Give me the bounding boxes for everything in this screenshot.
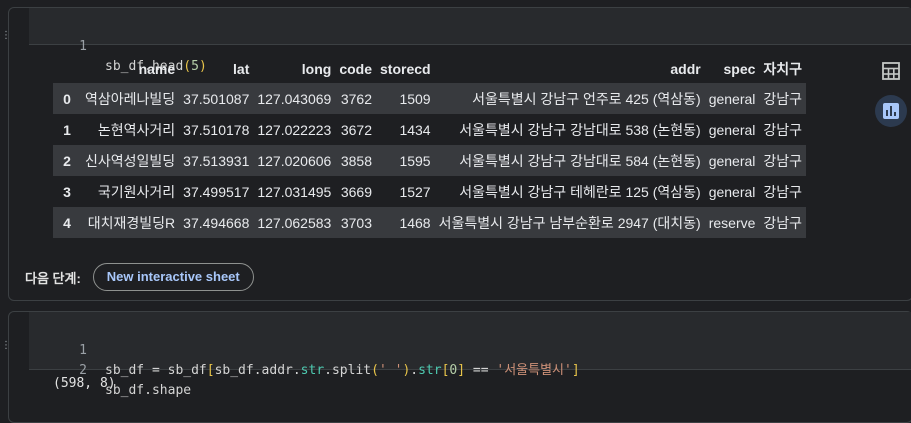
column-header: code	[339, 61, 373, 77]
table-cell: 37.510178	[183, 121, 250, 138]
table-cell: 강남구	[763, 90, 803, 107]
table-cell: general	[708, 183, 756, 200]
table-cell: 서울특별시 강남구 강남대로 584 (논현동)	[459, 152, 701, 169]
table-icon[interactable]	[875, 55, 907, 87]
table-cell: 1509	[399, 90, 431, 107]
table-cell: reserve	[708, 214, 756, 231]
table-cell: 1468	[399, 214, 431, 231]
table-cell: 서울특별시 강남구 테헤란로 125 (역삼동)	[459, 183, 701, 200]
table-cell: general	[708, 152, 756, 169]
table-cell: general	[708, 121, 756, 138]
table-cell: 127.043069	[257, 90, 332, 107]
row-index: 0	[63, 90, 71, 107]
code-editor[interactable]: 1 sb_df = sb_df[sb_df.addr.str.split(' '…	[29, 312, 911, 398]
next-steps-label: 다음 단계:	[25, 270, 81, 286]
column-header: name	[138, 61, 176, 77]
chart-icon[interactable]	[875, 95, 907, 127]
cell-gutter-icon: ⋮	[1, 30, 11, 41]
line-number: 1	[79, 39, 87, 54]
code-text: sb_df = sb_df[sb_df.addr.str.split(' ').…	[105, 363, 580, 378]
index-header	[53, 55, 81, 83]
table-row: 1 논현역사거리 37.510178 127.022223 3672 1434 서울특별시 …	[53, 114, 807, 145]
cell-gutter-icon: ⋮	[1, 340, 11, 351]
code-line: 1 sb_df.head(5)	[29, 17, 911, 74]
table-cell: 서울특별시 강남구 강남대로 538 (논현동)	[459, 121, 701, 138]
table-cell: 37.513931	[183, 152, 250, 169]
table-cell: 37.494668	[183, 214, 250, 231]
table-cell: 3669	[340, 183, 373, 200]
code-line: 2 sb_df.shape	[29, 341, 911, 398]
table-cell: 127.031495	[257, 183, 332, 200]
table-cell: 3858	[340, 152, 373, 169]
table-cell: 37.501087	[183, 90, 250, 107]
new-interactive-sheet-button[interactable]: New interactive sheet	[92, 263, 254, 291]
table-cell: 서울특별시 강남구 남부순환로 2947 (대치동)	[438, 214, 701, 231]
table-cell: 강남구	[763, 183, 803, 200]
table-row: 2 신사역성일빌딩 37.513931 127.020606 3858 1595 서울특별시…	[53, 145, 807, 176]
code-line: 1 sb_df = sb_df[sb_df.addr.str.split(' '…	[29, 321, 911, 378]
code-text: sb_df.shape	[105, 383, 192, 398]
table-cell: 1527	[399, 183, 431, 200]
table-cell: 127.062583	[257, 214, 332, 231]
table-cell: 3762	[340, 90, 373, 107]
table-cell: 3703	[340, 214, 373, 231]
shape-output: (598, 8)	[53, 376, 116, 391]
table-cell: 대치재경빌딩R	[87, 214, 176, 231]
row-index: 3	[63, 183, 71, 200]
column-header: lat	[233, 61, 250, 77]
table-cell: 신사역성일빌딩	[85, 152, 176, 169]
row-index: 4	[63, 214, 71, 231]
table-cell: 서울특별시 강남구 언주로 425 (역삼동)	[472, 90, 701, 107]
table-cell: 국기원사거리	[97, 183, 176, 200]
column-header: 자치구	[763, 61, 803, 77]
table-row: 3 국기원사거리 37.499517 127.031495 3669 1527 서울특별시 …	[53, 176, 807, 207]
table-cell: 1595	[399, 152, 431, 169]
code-cell-2[interactable]: ⋮ 1 sb_df = sb_df[sb_df.addr.str.split('…	[1, 311, 911, 423]
table-cell: 127.020606	[257, 152, 332, 169]
output-actions	[875, 55, 907, 135]
column-header: spec	[723, 61, 756, 77]
row-index: 1	[63, 121, 71, 138]
dataframe-table: name lat long code storecd addr spec 자치구 0 역삼아레나…	[53, 55, 807, 238]
column-header: storecd	[380, 61, 431, 77]
table-cell: 3672	[340, 121, 373, 138]
dataframe-output: name lat long code storecd addr spec 자치구 0 역삼아레나…	[53, 55, 807, 238]
code-cell-1[interactable]: ⋮ 1 sb_df.head(5) name lat long code storecd…	[1, 7, 911, 301]
table-cell: general	[708, 90, 756, 107]
table-row: 4 대치재경빌딩R 37.494668 127.062583 3703 1468 서울특별시…	[53, 207, 807, 238]
table-cell: 37.499517	[183, 183, 250, 200]
code-editor[interactable]: 1 sb_df.head(5)	[29, 8, 911, 74]
table-cell: 강남구	[763, 121, 803, 138]
table-header-row: name lat long code storecd addr spec 자치구	[53, 55, 806, 83]
table-cell: 강남구	[763, 214, 803, 231]
table-cell: 논현역사거리	[97, 121, 176, 138]
next-steps-row: 다음 단계: New interactive sheet	[25, 263, 254, 291]
table-cell: 1434	[399, 121, 431, 138]
table-cell: 역삼아레나빌딩	[85, 90, 176, 107]
table-row: 0 역삼아레나빌딩 37.501087 127.043069 3762 1509 서울특별시…	[53, 83, 807, 114]
column-header: addr	[670, 61, 701, 77]
table-cell: 127.022223	[257, 121, 332, 138]
row-index: 2	[63, 152, 71, 169]
table-cell: 강남구	[763, 152, 803, 169]
column-header: long	[301, 61, 332, 77]
